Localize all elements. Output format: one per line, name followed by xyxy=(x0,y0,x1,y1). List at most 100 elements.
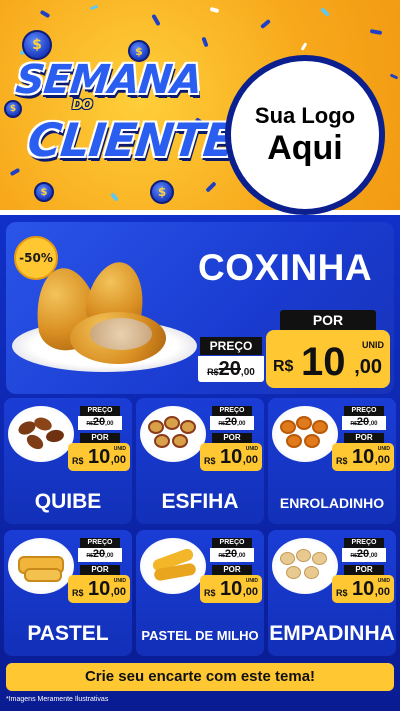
new-price-integer: 10 xyxy=(220,446,243,468)
old-price-cents: ,00 xyxy=(369,553,378,559)
new-price: R$ 10 UNID ,00 xyxy=(68,443,130,471)
new-price-unit: UNID xyxy=(245,446,258,452)
confetti-decoration xyxy=(39,9,51,19)
old-price-cents: ,00 xyxy=(237,421,246,427)
empadinha-piece xyxy=(296,549,311,562)
old-price-label: PREÇO xyxy=(344,538,384,548)
product-name: PASTEL xyxy=(27,622,109,645)
confetti-decoration xyxy=(110,192,119,202)
quibe-piece xyxy=(24,431,46,453)
new-price-cents: ,00 xyxy=(374,586,390,598)
product-card-esfiha[interactable]: PREÇO R$ 20,00 POR R$ 10 UNID ,00 ESFIHA xyxy=(136,398,264,524)
esfiha-piece xyxy=(172,434,188,448)
old-price-cents: ,00 xyxy=(240,367,255,378)
empadinha-image xyxy=(272,538,338,594)
new-price-label: POR xyxy=(344,565,384,575)
coin-icon: $ xyxy=(34,182,54,202)
old-price: R$ 20,00 xyxy=(342,416,386,430)
featured-old-price: R$ 20 ,00 xyxy=(198,356,264,382)
title-cliente: CLIENTE xyxy=(25,113,237,167)
enroladinho-image xyxy=(272,406,338,462)
empadinha-piece xyxy=(280,552,295,565)
empadinha-piece xyxy=(312,552,327,565)
title-do: DO xyxy=(72,98,93,113)
logo-text-line1: Sua Logo xyxy=(254,103,356,128)
product-name: EMPADINHA xyxy=(269,622,395,645)
confetti-decoration xyxy=(151,13,161,27)
old-price-integer: 20 xyxy=(224,548,238,560)
new-price-cents: ,00 xyxy=(354,356,382,378)
confetti-decoration xyxy=(260,18,271,30)
featured-new-price-label: POR xyxy=(280,310,376,330)
old-price-label: PREÇO xyxy=(80,538,120,548)
new-price-integer: 10 xyxy=(220,578,243,600)
new-price-currency: R$ xyxy=(336,456,348,466)
logo-text-line2: Aqui xyxy=(267,129,343,167)
product-card-pastel[interactable]: PREÇO R$ 20,00 POR R$ 10 UNID ,00 PASTEL xyxy=(4,530,132,656)
new-price-cents: ,00 xyxy=(110,454,126,466)
pastel-piece xyxy=(24,568,62,582)
product-card-pastel-de-milho[interactable]: PREÇO R$ 20,00 POR R$ 10 UNID ,00 PASTEL DE … xyxy=(136,530,264,656)
new-price-label: POR xyxy=(212,565,252,575)
new-price: R$ 10 UNID ,00 xyxy=(200,443,262,471)
semana-do-cliente-title: SEMANA DO CLIENTE xyxy=(14,55,237,185)
esfiha-piece xyxy=(180,420,196,434)
product-card-quibe[interactable]: PREÇO R$ 20,00 POR R$ 10 UNID ,00 QUIBE xyxy=(4,398,132,524)
esfiha-piece xyxy=(154,434,170,448)
old-price: R$ 20,00 xyxy=(342,548,386,562)
enroladinho-piece xyxy=(304,434,320,448)
old-price-label: PREÇO xyxy=(80,406,120,416)
product-card-enroladinho[interactable]: PREÇO R$ 20,00 POR R$ 10 UNID ,00 ENROLADINH… xyxy=(268,398,396,524)
new-price-cents: ,00 xyxy=(242,586,258,598)
product-name: PASTEL DE MILHO xyxy=(141,628,259,643)
confetti-decoration xyxy=(89,4,99,11)
old-price: R$ 20,00 xyxy=(210,416,254,430)
create-flyer-button[interactable]: Crie seu encarte com este tema! xyxy=(6,663,394,691)
product-name: ENROLADINHO xyxy=(279,495,385,511)
featured-new-price: R$ 10 UNID ,00 xyxy=(266,330,390,388)
coxinha-filling-image xyxy=(90,318,152,350)
esfiha-piece xyxy=(164,416,180,430)
new-price-cents: ,00 xyxy=(374,454,390,466)
old-price-label: PREÇO xyxy=(344,406,384,416)
old-price-integer: 20 xyxy=(356,416,370,428)
image-disclaimer: *Imagens Meramente Ilustrativas xyxy=(6,696,109,703)
esfiha-piece xyxy=(148,420,164,434)
new-price: R$ 10 UNID ,00 xyxy=(332,575,394,603)
old-price: R$ 20,00 xyxy=(78,548,122,562)
featured-old-price-label: PREÇO xyxy=(200,337,262,355)
confetti-decoration xyxy=(205,181,217,193)
new-price: R$ 10 UNID ,00 xyxy=(200,575,262,603)
old-price-integer: 20 xyxy=(356,548,370,560)
logo-placeholder[interactable]: Sua Logo Aqui xyxy=(225,55,385,215)
enroladinho-piece xyxy=(280,420,296,434)
old-price-cents: ,00 xyxy=(237,553,246,559)
featured-product-name: COXINHA xyxy=(198,247,373,288)
confetti-decoration xyxy=(201,36,209,48)
new-price-currency: R$ xyxy=(336,588,348,598)
new-price-label: POR xyxy=(344,433,384,443)
new-price-cents: ,00 xyxy=(242,454,258,466)
product-name: QUIBE xyxy=(34,490,102,513)
old-price-label: PREÇO xyxy=(212,406,252,416)
enroladinho-piece xyxy=(312,420,328,434)
new-price-currency: R$ xyxy=(72,588,84,598)
new-price-integer: 10 xyxy=(301,340,346,384)
new-price-currency: R$ xyxy=(204,588,216,598)
confetti-decoration xyxy=(300,42,308,51)
new-price: R$ 10 UNID ,00 xyxy=(332,443,394,471)
new-price-integer: 10 xyxy=(352,578,375,600)
confetti-decoration xyxy=(389,73,399,80)
product-card-empadinha[interactable]: PREÇO R$ 20,00 POR R$ 10 UNID ,00 EMPADINHA xyxy=(268,530,396,656)
old-price-integer: 20 xyxy=(92,416,106,428)
old-price-integer: 20 xyxy=(218,358,241,380)
old-price-integer: 20 xyxy=(224,416,238,428)
new-price-currency: R$ xyxy=(273,358,294,375)
old-price: R$ 20,00 xyxy=(210,548,254,562)
title-semana: SEMANA xyxy=(13,57,204,103)
old-price-label: PREÇO xyxy=(212,538,252,548)
enroladinho-piece xyxy=(296,416,312,430)
esfiha-image xyxy=(140,406,206,462)
new-price-unit: UNID xyxy=(362,340,384,350)
enroladinho-piece xyxy=(286,434,302,448)
